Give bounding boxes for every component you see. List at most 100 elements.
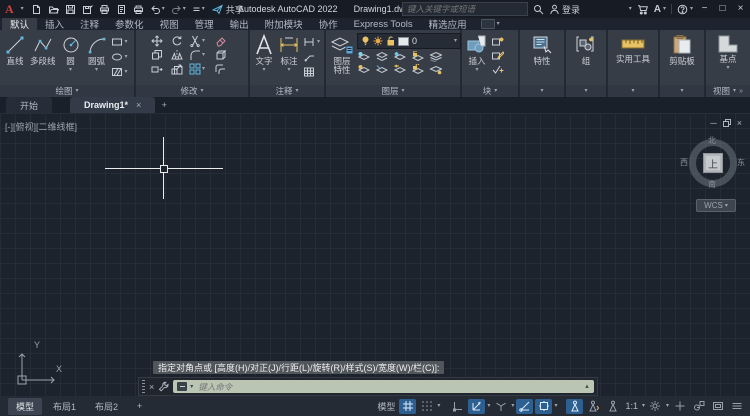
grid-toggle[interactable] <box>399 399 416 414</box>
minimize-button[interactable]: − <box>698 0 711 18</box>
layout-tab-layout1[interactable]: 布局1 <box>45 398 84 415</box>
dock-customize-wrench-icon[interactable] <box>158 381 169 392</box>
erase-button[interactable] <box>214 35 233 47</box>
rotate-button[interactable] <box>171 35 188 47</box>
linear-dimension-button[interactable]: ▾ <box>303 36 320 48</box>
command-expand-icon[interactable]: ▲ <box>584 384 590 390</box>
ribbon-display-toggle[interactable]: ▾ <box>481 18 500 30</box>
layer-freeze-icon[interactable] <box>393 51 406 62</box>
polyline-button[interactable]: 多段线 <box>29 33 57 67</box>
layer-unlock-tool-icon[interactable] <box>411 64 424 75</box>
viewcube-top-face[interactable]: 上 <box>703 153 723 173</box>
arc-chevron-icon[interactable]: ▾ <box>95 67 98 73</box>
dimension-button[interactable]: 标注 ▾ <box>277 33 301 74</box>
viewcube-south-label[interactable]: 南 <box>708 179 716 190</box>
create-block-button[interactable] <box>491 36 504 47</box>
object-snap-chevron-icon[interactable]: ▾ <box>554 403 557 409</box>
ribbon-tab-manage[interactable]: 管理 <box>187 18 222 30</box>
maximize-button[interactable]: □ <box>716 0 729 18</box>
annotation-scale-value[interactable]: 1:1 <box>623 401 640 411</box>
text-chevron-icon[interactable]: ▾ <box>262 67 265 73</box>
circle-button[interactable]: 圆 ▾ <box>59 33 83 74</box>
help-search-input[interactable] <box>403 4 527 14</box>
viewcube-east-label[interactable]: 东 <box>737 157 745 168</box>
ribbon-tab-parametric[interactable]: 参数化 <box>107 18 152 30</box>
panel-annotation-label[interactable]: 注释▾ <box>250 85 324 97</box>
layer-match-icon[interactable] <box>375 64 388 75</box>
polar-tracking-toggle[interactable] <box>468 399 485 414</box>
autocad-logo-icon[interactable]: A <box>5 3 14 15</box>
isometric-chevron-icon[interactable]: ▾ <box>511 403 514 409</box>
copy-button[interactable] <box>151 49 170 61</box>
layer-stack-icon[interactable] <box>429 51 442 62</box>
scale-button[interactable] <box>171 63 188 75</box>
viewport-minimize-icon[interactable]: ─ <box>710 118 716 128</box>
command-input-field[interactable]: ▾ ▲ <box>173 380 594 393</box>
ribbon-tab-home[interactable]: 默认 <box>2 18 37 30</box>
rectangle-button[interactable]: ▾ <box>111 36 128 48</box>
isolate-objects-button[interactable] <box>690 399 707 414</box>
text-button[interactable]: 文字 ▾ <box>253 33 275 74</box>
print-preview-button[interactable] <box>116 4 127 15</box>
offset-button[interactable] <box>214 63 233 75</box>
ribbon-tab-collaborate[interactable]: 协作 <box>311 18 346 30</box>
recent-commands-icon[interactable] <box>177 382 187 391</box>
account-chevron-icon[interactable]: ▾ <box>629 6 632 12</box>
isometric-drafting-toggle[interactable] <box>492 399 509 414</box>
viewcube-north-label[interactable]: 北 <box>708 135 716 146</box>
undo-chevron-icon[interactable]: ▾ <box>162 6 165 12</box>
new-drawing-tab-button[interactable]: + <box>155 97 173 113</box>
dimension-chevron-icon[interactable]: ▾ <box>287 67 290 73</box>
ribbon-tab-insert[interactable]: 插入 <box>37 18 72 30</box>
close-tab-icon[interactable]: × <box>136 100 141 110</box>
help-button[interactable]: ▾ <box>677 4 693 15</box>
fillet-button[interactable]: ▾ <box>189 49 213 61</box>
ribbon-tab-featured-apps[interactable]: 精选应用 <box>421 18 475 30</box>
new-file-button[interactable] <box>31 4 42 15</box>
annotation-autoscale-toggle[interactable] <box>585 399 602 414</box>
add-status-tools-button[interactable] <box>671 399 688 414</box>
redo-button[interactable]: ▾ <box>171 4 186 15</box>
file-tab-start[interactable]: 开始 <box>6 97 52 113</box>
app-menu-chevron-icon[interactable]: ▾ <box>21 6 24 12</box>
viewcube-west-label[interactable]: 西 <box>680 157 688 168</box>
base-button[interactable]: 基点 ▾ <box>715 33 741 72</box>
undo-button[interactable]: ▾ <box>150 4 165 15</box>
ribbon-tab-addins[interactable]: 附加模块 <box>257 18 311 30</box>
redo-chevron-icon[interactable]: ▾ <box>183 6 186 12</box>
explode-button[interactable] <box>214 49 233 61</box>
sign-in-button[interactable]: 登录 <box>549 3 580 16</box>
file-tab-drawing1[interactable]: Drawing1*× <box>70 97 155 113</box>
panel-clipboard-label[interactable]: ▾ <box>660 85 704 97</box>
ellipse-button[interactable]: ▾ <box>111 51 128 63</box>
paste-button[interactable]: 剪贴板 <box>668 33 696 67</box>
panel-layers-label[interactable]: 图层▾ <box>326 85 460 97</box>
drawing-canvas[interactable]: [-][俯视][二维线框] ─ × 上 北 南 东 西 WCS▾ Y X 指定对… <box>0 113 750 396</box>
ribbon-tab-view[interactable]: 视图 <box>152 18 187 30</box>
layer-lock-icon[interactable] <box>411 51 424 62</box>
trim-button[interactable]: ▾ <box>189 35 213 47</box>
ortho-toggle[interactable] <box>449 399 466 414</box>
autodesk-app-button[interactable]: A▾ <box>654 4 666 15</box>
layer-dropdown[interactable]: 0 ▾ <box>357 33 461 49</box>
viewport-controls-label[interactable]: [-][俯视][二维线框] <box>5 120 77 133</box>
plot-button[interactable] <box>99 4 110 15</box>
properties-button[interactable]: 特性 <box>530 33 554 67</box>
close-button[interactable]: × <box>734 0 747 18</box>
search-button[interactable] <box>533 4 544 15</box>
layer-unisolate-icon[interactable] <box>375 51 388 62</box>
annotation-scale-button[interactable] <box>604 399 621 414</box>
circle-chevron-icon[interactable]: ▾ <box>69 67 72 73</box>
panel-draw-label[interactable]: 绘图▾ <box>0 85 134 97</box>
command-input[interactable] <box>196 381 581 393</box>
snap-toggle[interactable] <box>418 399 435 414</box>
array-button[interactable]: ▾ <box>189 63 213 75</box>
new-layout-button[interactable]: + <box>129 399 150 413</box>
viewport-close-icon[interactable]: × <box>737 118 742 128</box>
snap-chevron-icon[interactable]: ▾ <box>437 403 440 409</box>
panel-view-label[interactable]: 视图▾» <box>706 85 750 97</box>
recent-commands-chevron-icon[interactable]: ▾ <box>190 384 193 390</box>
arc-button[interactable]: 圆弧 ▾ <box>85 33 109 74</box>
group-button[interactable]: 组 <box>574 33 598 67</box>
customization-menu-button[interactable] <box>728 399 745 414</box>
